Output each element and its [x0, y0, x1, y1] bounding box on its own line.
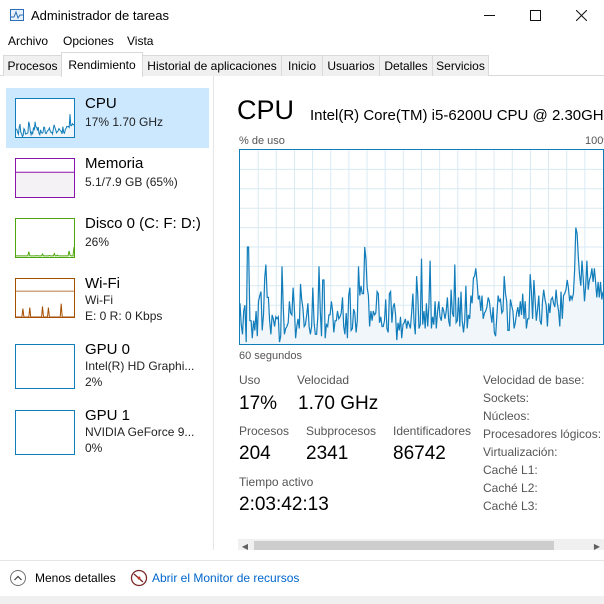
- speed-label: Velocidad: [297, 373, 350, 387]
- sidebar-item-memoria[interactable]: Memoria 5.1/7.9 GB (65%): [6, 148, 209, 208]
- gpu1-mini-graph: [15, 410, 75, 455]
- tab-inicio[interactable]: Inicio: [281, 55, 323, 76]
- sidebar-item-subtitle: 26%: [85, 235, 110, 249]
- cpu-usage-graph: [239, 149, 604, 345]
- menu-vista[interactable]: Vista: [127, 34, 153, 48]
- sidebar-item-title: GPU 0: [85, 341, 131, 358]
- spec-virtualization-label: Virtualización:: [483, 445, 558, 459]
- sidebar-item-cpu[interactable]: CPU 17% 1.70 GHz: [6, 88, 209, 148]
- scroll-left-arrow-icon[interactable]: ◀: [238, 539, 252, 551]
- uptime-label: Tiempo activo: [239, 475, 314, 489]
- memory-mini-graph: [15, 158, 75, 198]
- minimize-icon: [483, 15, 495, 16]
- close-icon: [575, 10, 587, 21]
- mini-wifi-line: [16, 303, 74, 318]
- spec-logical-processors-label: Procesadores lógicos:: [483, 427, 602, 441]
- mini-graph-canvas: [16, 345, 74, 388]
- tab-rendimiento[interactable]: Rendimiento: [61, 52, 143, 77]
- wifi-mini-graph: [15, 278, 75, 318]
- sidebar-item-title: Wi-Fi: [85, 275, 120, 292]
- sidebar-item-detail: 2%: [85, 375, 103, 389]
- sidebar-item-title: GPU 1: [85, 407, 131, 424]
- menu-opciones[interactable]: Opciones: [63, 34, 114, 48]
- cpu-graph-canvas: [240, 150, 603, 344]
- window-title: Administrador de tareas: [31, 8, 170, 23]
- task-manager-icon: [10, 9, 24, 21]
- uptime-value: 2:03:42:13: [239, 494, 329, 515]
- cpu-mini-graph: [15, 98, 75, 138]
- maximize-icon: [529, 10, 541, 21]
- footer-bar: Menos detalles Abrir el Monitor de recur…: [0, 560, 604, 596]
- tab-historial[interactable]: Historial de aplicaciones: [142, 55, 282, 76]
- resource-monitor-icon: [130, 569, 148, 587]
- horizontal-scrollbar[interactable]: ◀ ▶: [238, 539, 604, 550]
- gpu0-mini-graph: [15, 344, 75, 389]
- sidebar-item-wifi[interactable]: Wi-Fi Wi-Fi E: 0 R: 0 Kbps: [6, 268, 209, 328]
- scrollbar-thumb[interactable]: [254, 541, 554, 550]
- spec-base-speed-label: Velocidad de base:: [483, 373, 585, 387]
- mini-graph-canvas: [15, 114, 74, 138]
- mini-disk-line: [16, 247, 75, 257]
- processes-value: 204: [239, 443, 271, 464]
- sidebar-item-title: Memoria: [85, 155, 144, 172]
- threads-value: 2341: [306, 443, 349, 464]
- resource-monitor-link[interactable]: Abrir el Monitor de recursos: [152, 571, 299, 585]
- tab-detalles[interactable]: Detalles: [379, 55, 433, 76]
- chevron-up-icon[interactable]: [10, 570, 26, 586]
- graph-x-label: 60 segundos: [239, 350, 302, 362]
- sidebar-item-disco[interactable]: Disco 0 (C: F: D:) 26%: [6, 208, 209, 268]
- tab-servicios[interactable]: Servicios: [432, 55, 489, 76]
- threads-label: Subprocesos: [306, 424, 377, 438]
- spec-l2-cache-label: Caché L2:: [483, 481, 538, 495]
- sidebar-item-subtitle: 17% 1.70 GHz: [85, 115, 164, 129]
- sidebar-item-title: CPU: [85, 95, 117, 112]
- maximize-button[interactable]: [512, 0, 558, 31]
- mini-memory-fill: [16, 172, 74, 197]
- mini-usage-area: [16, 114, 74, 137]
- usage-value: 17%: [239, 393, 278, 414]
- tab-bar: Procesos Rendimiento Historial de aplica…: [0, 52, 604, 77]
- mini-graph-canvas: [16, 290, 74, 318]
- menu-archivo[interactable]: Archivo: [8, 34, 48, 48]
- mini-graph-canvas: [16, 411, 74, 454]
- handles-label: Identificadores: [393, 424, 472, 438]
- sidebar-item-subtitle: Intel(R) HD Graphi...: [85, 359, 195, 373]
- cpu-model-name: Intel(R) Core(TM) i5-6200U CPU @ 2.30GHz: [310, 107, 604, 124]
- sidebar-item-detail: E: 0 R: 0 Kbps: [85, 309, 163, 323]
- cpu-detail-panel: CPU Intel(R) Core(TM) i5-6200U CPU @ 2.3…: [214, 76, 604, 550]
- close-button[interactable]: [558, 0, 604, 31]
- scroll-right-arrow-icon[interactable]: ▶: [590, 539, 604, 551]
- mini-graph-canvas: [16, 171, 74, 197]
- processes-label: Procesos: [239, 424, 290, 438]
- sidebar-item-gpu0[interactable]: GPU 0 Intel(R) HD Graphi... 2%: [6, 334, 209, 394]
- title-bar: Administrador de tareas: [0, 0, 604, 31]
- spec-l1-cache-label: Caché L1:: [483, 463, 538, 477]
- usage-label: Uso: [239, 373, 261, 387]
- speed-value: 1.70 GHz: [298, 393, 379, 414]
- minimize-button[interactable]: [466, 0, 512, 31]
- handles-value: 86742: [393, 443, 446, 464]
- fewer-details-button[interactable]: Menos detalles: [35, 571, 116, 585]
- window-bottom-edge: [0, 596, 604, 604]
- graph-y-label: % de uso: [239, 135, 285, 147]
- spec-l3-cache-label: Caché L3:: [483, 499, 538, 513]
- sidebar-item-detail: 0%: [85, 441, 103, 455]
- menu-bar: Archivo Opciones Vista: [0, 31, 604, 52]
- spec-sockets-label: Sockets:: [483, 391, 530, 405]
- disk-mini-graph: [15, 218, 75, 258]
- mini-graph-canvas: [16, 247, 75, 257]
- sidebar-item-subtitle: 5.1/7.9 GB (65%): [85, 175, 178, 189]
- page-title: CPU: [237, 95, 295, 125]
- sidebar-item-gpu1[interactable]: GPU 1 NVIDIA GeForce 9... 0%: [6, 400, 209, 460]
- spec-cores-label: Núcleos:: [483, 409, 530, 423]
- sidebar-item-title: Disco 0 (C: F: D:): [85, 215, 201, 232]
- sidebar-item-subtitle: Wi-Fi: [85, 293, 113, 307]
- tab-usuarios[interactable]: Usuarios: [322, 55, 380, 76]
- resource-sidebar: CPU 17% 1.70 GHz Memoria 5.1/7.9 GB (65%…: [0, 76, 214, 550]
- sidebar-item-subtitle: NVIDIA GeForce 9...: [85, 425, 195, 439]
- tab-procesos[interactable]: Procesos: [3, 55, 62, 76]
- graph-y-max-label: 100%: [585, 135, 604, 147]
